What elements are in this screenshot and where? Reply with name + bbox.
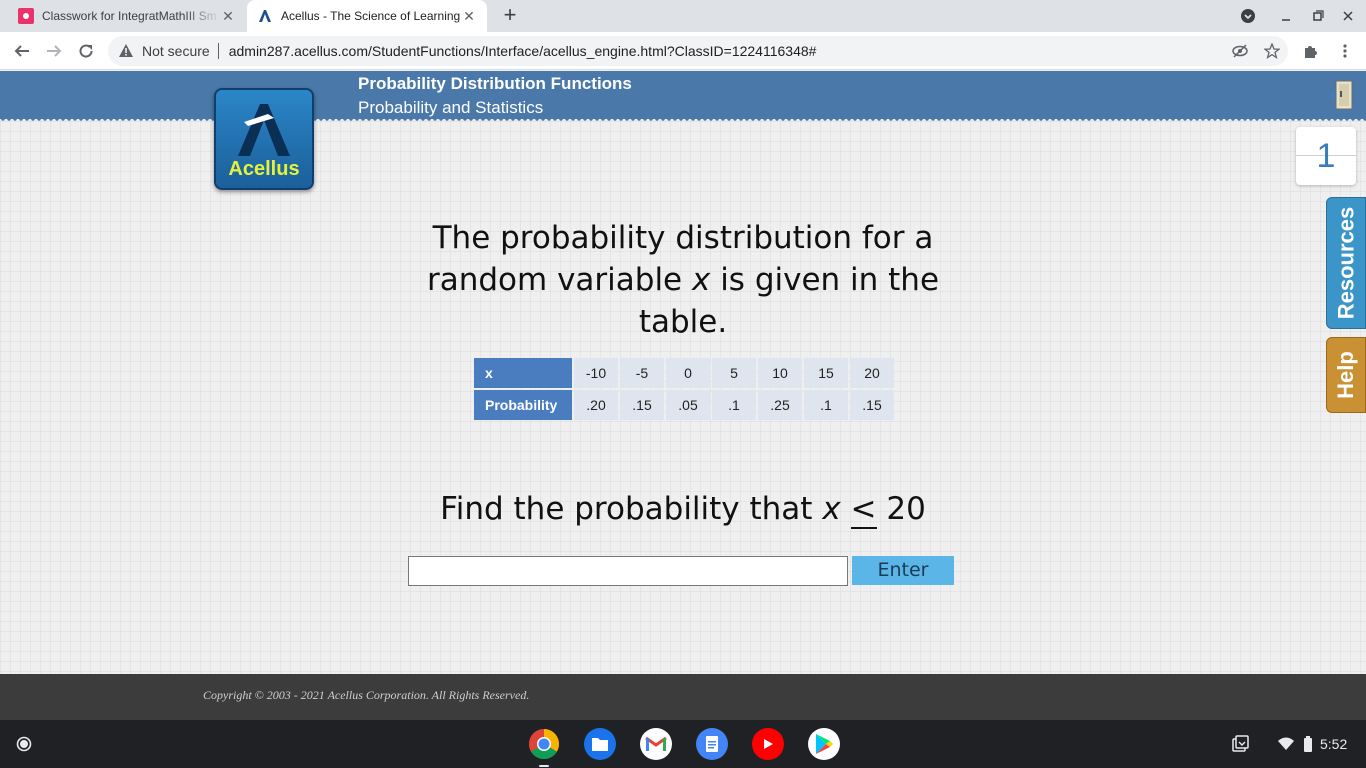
logo-text: Acellus <box>228 158 300 180</box>
tab-title: Acellus - The Science of Learning <box>281 9 461 23</box>
warning-icon <box>119 44 133 57</box>
acellus-logo: Acellus <box>214 88 314 190</box>
browser-tabstrip: Classwork for IntegratMathIII Sm ✕ Acell… <box>0 0 1366 32</box>
minimize-icon[interactable] <box>1276 6 1296 26</box>
probability-distribution-table: x -10 -5 0 5 10 15 20 Probability .20 .1… <box>472 356 896 422</box>
address-bar[interactable]: Not secure admin287.acellus.com/StudentF… <box>108 36 1288 66</box>
table-cell: .15 <box>850 390 894 420</box>
page-footer: Copyright © 2003 - 2021 Acellus Corporat… <box>0 674 1366 720</box>
table-cell: 5 <box>712 358 756 388</box>
table-cell: .15 <box>620 390 664 420</box>
os-shelf: 5:52 <box>0 720 1366 768</box>
table-cell: -10 <box>574 358 618 388</box>
course-subtitle: Probability and Statistics <box>358 98 544 117</box>
launcher-button[interactable] <box>12 732 36 756</box>
question-statement: The probability distribution for a rando… <box>383 217 983 343</box>
table-cell: 15 <box>804 358 848 388</box>
acellus-favicon-icon <box>257 8 273 24</box>
tab-acellus[interactable]: Acellus - The Science of Learning ✕ <box>247 0 487 32</box>
close-icon[interactable]: ✕ <box>220 8 236 25</box>
tracking-blocked-icon[interactable] <box>1231 43 1249 59</box>
reload-button[interactable] <box>74 39 98 63</box>
chrome-icon[interactable] <box>528 728 560 760</box>
tab-search-icon[interactable] <box>1238 6 1258 26</box>
find-prompt: Find the probability that x < 20 <box>440 491 926 529</box>
holding-space-icon[interactable] <box>1226 720 1254 768</box>
battery-icon[interactable] <box>1300 720 1316 768</box>
forward-button[interactable] <box>42 39 66 63</box>
running-indicator <box>539 765 549 767</box>
help-tab[interactable]: Help <box>1326 337 1366 413</box>
close-icon[interactable]: ✕ <box>461 8 477 25</box>
copyright-text: Copyright © 2003 - 2021 Acellus Corporat… <box>203 688 530 702</box>
acellus-page: Probability Distribution Functions Proba… <box>0 71 1366 674</box>
banner-stitch <box>0 118 1366 122</box>
variable-x: x <box>822 491 841 527</box>
youtube-icon[interactable] <box>752 728 784 760</box>
tab-classwork[interactable]: Classwork for IntegratMathIII Sm ✕ <box>8 0 246 32</box>
url-text: admin287.acellus.com/StudentFunctions/In… <box>228 43 817 59</box>
close-window-icon[interactable] <box>1338 6 1358 26</box>
docs-icon[interactable] <box>696 728 728 760</box>
table-cell: .25 <box>758 390 802 420</box>
reload-icon <box>79 44 93 58</box>
answer-input[interactable] <box>408 556 848 586</box>
menu-kebab-icon[interactable] <box>1336 43 1354 59</box>
launcher-icon <box>16 736 32 752</box>
gmail-icon[interactable] <box>640 728 672 760</box>
back-arrow-icon <box>14 45 29 57</box>
table-cell: .05 <box>666 390 710 420</box>
question-line-1: The probability distribution for a <box>432 220 934 256</box>
restore-icon[interactable] <box>1308 6 1328 26</box>
resources-label: Resources <box>1333 206 1359 320</box>
new-tab-button[interactable]: + <box>498 4 522 28</box>
lesson-banner: Probability Distribution Functions Proba… <box>0 71 1366 119</box>
less-equal-symbol: < <box>850 491 877 529</box>
table-header-x: x <box>474 358 572 388</box>
extensions-puzzle-icon[interactable] <box>1302 43 1320 59</box>
question-line-2: random variable x is given in the table. <box>426 262 940 340</box>
table-row-probability: Probability .20 .15 .05 .1 .25 .1 .15 <box>474 390 894 420</box>
back-button[interactable] <box>10 39 34 63</box>
system-clock[interactable]: 5:52 <box>1320 736 1347 752</box>
security-status: Not secure <box>142 43 210 59</box>
tab-title: Classwork for IntegratMathIII Sm <box>42 9 217 23</box>
counter-value: 1 <box>1316 137 1336 175</box>
question-counter: 1 <box>1296 127 1356 185</box>
table-cell: .1 <box>804 390 848 420</box>
table-cell: 10 <box>758 358 802 388</box>
google-classroom-icon <box>18 8 34 24</box>
resources-tab[interactable]: Resources <box>1326 197 1366 329</box>
table-header-probability: Probability <box>474 390 572 420</box>
exit-door-icon[interactable] <box>1328 79 1356 111</box>
files-icon[interactable] <box>584 728 616 760</box>
table-cell: 0 <box>666 358 710 388</box>
enter-button[interactable]: Enter <box>852 556 954 585</box>
browser-toolbar: Not secure admin287.acellus.com/StudentF… <box>0 32 1366 70</box>
table-cell: .20 <box>574 390 618 420</box>
table-cell: .1 <box>712 390 756 420</box>
play-store-icon[interactable] <box>808 728 840 760</box>
forward-arrow-icon <box>47 45 62 57</box>
lesson-title: Probability Distribution Functions <box>358 74 632 93</box>
table-cell: 20 <box>850 358 894 388</box>
variable-x: x <box>691 262 711 298</box>
table-row-x: x -10 -5 0 5 10 15 20 <box>474 358 894 388</box>
bookmark-star-icon[interactable] <box>1263 43 1281 59</box>
wifi-icon[interactable] <box>1276 720 1296 768</box>
table-cell: -5 <box>620 358 664 388</box>
help-label: Help <box>1333 351 1358 399</box>
